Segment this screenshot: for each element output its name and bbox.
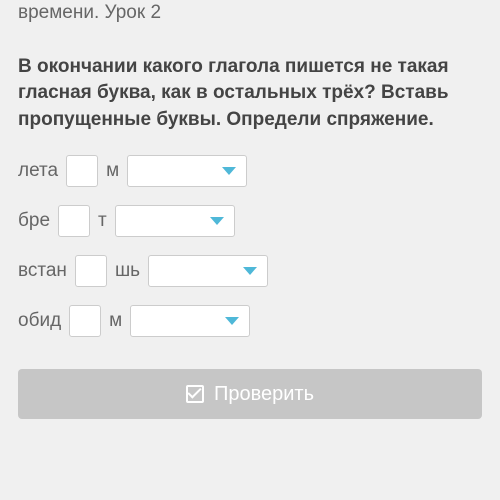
word-suffix: м <box>106 160 119 182</box>
check-button[interactable]: Проверить <box>18 369 482 419</box>
lesson-title: времени. Урок 2 <box>18 2 161 23</box>
word-prefix: обид <box>18 310 61 332</box>
lesson-header: времени. Урок 2 <box>18 0 482 26</box>
exercise-row: встан шь <box>18 255 482 287</box>
conjugation-dropdown[interactable] <box>130 305 250 337</box>
word-suffix: м <box>109 310 122 332</box>
letter-input[interactable] <box>66 155 98 187</box>
conjugation-dropdown[interactable] <box>127 155 247 187</box>
question-text: В окончании какого глагола пишется не та… <box>18 54 482 134</box>
word-suffix: шь <box>115 260 140 282</box>
letter-input[interactable] <box>75 255 107 287</box>
chevron-down-icon <box>222 167 236 175</box>
chevron-down-icon <box>243 267 257 275</box>
exercise-rows: лета м бре т встан шь обид м <box>18 155 482 337</box>
word-prefix: лета <box>18 160 58 182</box>
letter-input[interactable] <box>69 305 101 337</box>
exercise-row: бре т <box>18 205 482 237</box>
conjugation-dropdown[interactable] <box>148 255 268 287</box>
word-prefix: бре <box>18 210 50 232</box>
chevron-down-icon <box>225 317 239 325</box>
letter-input[interactable] <box>58 205 90 237</box>
word-suffix: т <box>98 210 107 232</box>
check-icon <box>186 385 204 403</box>
chevron-down-icon <box>210 217 224 225</box>
conjugation-dropdown[interactable] <box>115 205 235 237</box>
check-button-label: Проверить <box>214 383 314 406</box>
exercise-row: лета м <box>18 155 482 187</box>
word-prefix: встан <box>18 260 67 282</box>
exercise-row: обид м <box>18 305 482 337</box>
